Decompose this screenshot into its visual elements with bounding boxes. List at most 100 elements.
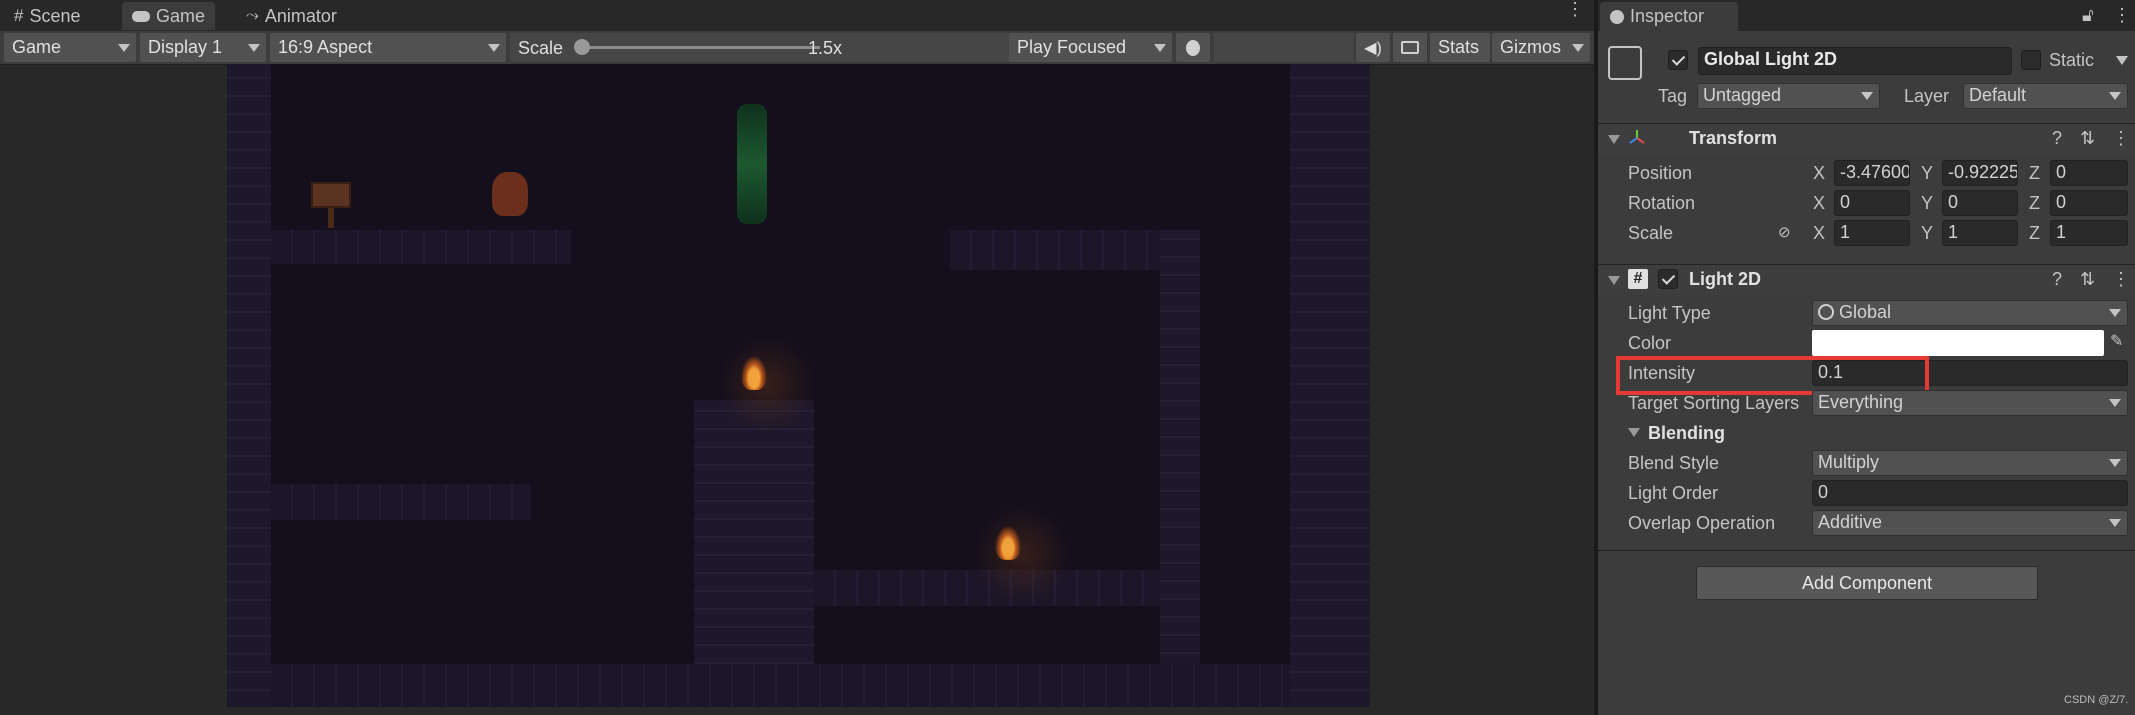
- game-toolbar: Game Display 1 16:9 Aspect Scale 1.5x Pl…: [0, 31, 1594, 65]
- help-icon[interactable]: ?: [2052, 269, 2062, 290]
- position-y-field[interactable]: -0.92225: [1942, 160, 2018, 186]
- rotation-x-field[interactable]: 0: [1834, 190, 1910, 216]
- blend-style-dropdown[interactable]: Multiply: [1812, 450, 2128, 476]
- light-order-field[interactable]: 0: [1812, 480, 2128, 506]
- static-dropdown-arrow[interactable]: [2116, 56, 2128, 65]
- tab-inspector[interactable]: Inspector: [1600, 2, 1738, 31]
- game-panel: # Scene Game ⤳ Animator ⋮ Game Display 1…: [0, 0, 1594, 715]
- game-view-dropdown[interactable]: Game: [4, 33, 136, 62]
- rotation-label: Rotation: [1628, 193, 1696, 213]
- tab-animator[interactable]: ⤳ Animator: [236, 2, 347, 30]
- left-wall: [227, 64, 271, 707]
- stats-label: Stats: [1438, 37, 1480, 57]
- chevron-down-icon: [2109, 459, 2121, 467]
- blending-title[interactable]: Blending: [1648, 423, 1725, 444]
- more-menu-icon[interactable]: ⋮: [2113, 5, 2131, 26]
- transform-header[interactable]: Transform ? ⇅ ⋮: [1598, 123, 2135, 154]
- light2d-title: Light 2D: [1689, 269, 1761, 289]
- preset-icon[interactable]: ⇅: [2080, 128, 2095, 149]
- tag-dropdown[interactable]: Untagged: [1697, 83, 1880, 109]
- chevron-down-icon: [2109, 309, 2121, 317]
- bottom-floor: [271, 664, 1290, 707]
- overlap-operation-label: Overlap Operation: [1628, 513, 1776, 533]
- speaker-icon: ◀): [1364, 39, 1382, 57]
- add-component-button[interactable]: Add Component: [1696, 566, 2038, 600]
- blending-foldout-icon[interactable]: [1628, 428, 1640, 437]
- axis-x-label: X: [1813, 223, 1826, 243]
- middle-left-ledge: [271, 484, 531, 520]
- active-checkbox[interactable]: [1668, 50, 1688, 70]
- torch-flame: [995, 526, 1021, 560]
- more-menu-icon[interactable]: ⋮: [1566, 0, 1584, 26]
- scale-slider-thumb[interactable]: [574, 39, 590, 55]
- axis-y-label: Y: [1921, 193, 1934, 213]
- axis-x-label: X: [1813, 163, 1826, 183]
- tab-inspector-label: Inspector: [1630, 6, 1705, 26]
- animator-icon: ⤳: [246, 7, 259, 24]
- light2d-header[interactable]: # Light 2D ? ⇅ ⋮: [1598, 264, 2135, 295]
- script-hash-icon: #: [1628, 269, 1648, 289]
- upper-right-ledge: [950, 230, 1160, 270]
- scale-label: Scale: [518, 38, 564, 58]
- preset-icon[interactable]: ⇅: [2080, 269, 2095, 290]
- constrain-proportions-icon[interactable]: ⊘: [1778, 223, 1791, 241]
- scale-control: Scale 1.5x: [510, 33, 1010, 62]
- aspect-dropdown[interactable]: 16:9 Aspect: [270, 33, 506, 62]
- debug-toggle[interactable]: [1176, 33, 1210, 62]
- rotation-z-field[interactable]: 0: [2050, 190, 2128, 216]
- display-label: Display 1: [148, 37, 223, 57]
- mute-audio-button[interactable]: ◀): [1356, 33, 1390, 62]
- inspector-panel: Inspector 🔓︎ ⋮ Global Light 2D Static Ta…: [1596, 0, 2135, 715]
- position-z-field[interactable]: 0: [2050, 160, 2128, 186]
- torch-glow: [972, 504, 1072, 604]
- chevron-down-icon: [118, 44, 130, 52]
- eyedropper-icon[interactable]: ✎: [2110, 331, 2123, 351]
- display-dropdown[interactable]: Display 1: [140, 33, 266, 62]
- toolbar-spacer: [1214, 33, 1354, 62]
- lock-icon[interactable]: 🔓︎: [2082, 5, 2094, 26]
- tag-value: Untagged: [1703, 85, 1782, 105]
- overlap-operation-dropdown[interactable]: Additive: [1812, 510, 2128, 536]
- blend-style-value: Multiply: [1818, 452, 1880, 472]
- sorting-layers-dropdown[interactable]: Everything: [1812, 390, 2128, 416]
- light2d-enabled-checkbox[interactable]: [1658, 269, 1678, 289]
- light-type-label: Light Type: [1628, 303, 1711, 323]
- foldout-arrow-icon[interactable]: [1608, 276, 1620, 285]
- hanging-vine: [737, 104, 767, 224]
- signpost-pole: [328, 208, 334, 228]
- scale-label: Scale: [1628, 223, 1674, 243]
- more-menu-icon[interactable]: ⋮: [2112, 269, 2130, 290]
- layer-dropdown[interactable]: Default: [1963, 83, 2128, 109]
- scale-x-field[interactable]: 1: [1834, 220, 1910, 246]
- game-viewport[interactable]: [227, 64, 1370, 707]
- position-label: Position: [1628, 163, 1693, 183]
- foldout-arrow-icon[interactable]: [1608, 135, 1620, 144]
- axis-x-label: X: [1813, 193, 1826, 213]
- object-name-field[interactable]: Global Light 2D: [1698, 47, 2012, 75]
- transform-axes-icon: [1628, 129, 1646, 147]
- more-menu-icon[interactable]: ⋮: [2112, 128, 2130, 149]
- tab-game-label: Game: [156, 5, 206, 26]
- chevron-down-icon: [1572, 44, 1584, 52]
- scale-y-field[interactable]: 1: [1942, 220, 2018, 246]
- transform-title: Transform: [1689, 128, 1778, 148]
- scale-slider-track[interactable]: [580, 46, 820, 49]
- torch-flame: [741, 356, 767, 390]
- shortcuts-button[interactable]: [1393, 33, 1427, 62]
- position-x-field[interactable]: -3.47600: [1834, 160, 1910, 186]
- help-icon[interactable]: ?: [2052, 128, 2062, 149]
- chevron-down-icon: [2109, 399, 2121, 407]
- gizmos-label: Gizmos: [1500, 37, 1562, 57]
- inspector-tab-bar: Inspector 🔓︎ ⋮: [1598, 0, 2135, 31]
- scale-z-field[interactable]: 1: [2050, 220, 2128, 246]
- tab-game[interactable]: Game: [122, 2, 216, 30]
- gizmos-dropdown[interactable]: Gizmos: [1492, 33, 1590, 62]
- tab-scene[interactable]: # Scene: [4, 2, 91, 30]
- stats-button[interactable]: Stats: [1430, 33, 1490, 62]
- static-checkbox[interactable]: [2021, 50, 2041, 70]
- play-mode-dropdown[interactable]: Play Focused: [1009, 33, 1172, 62]
- light-type-dropdown[interactable]: Global: [1812, 300, 2128, 326]
- color-swatch[interactable]: [1812, 330, 2104, 356]
- watermark-text: CSDN @Z/7.: [2064, 694, 2129, 706]
- rotation-y-field[interactable]: 0: [1942, 190, 2018, 216]
